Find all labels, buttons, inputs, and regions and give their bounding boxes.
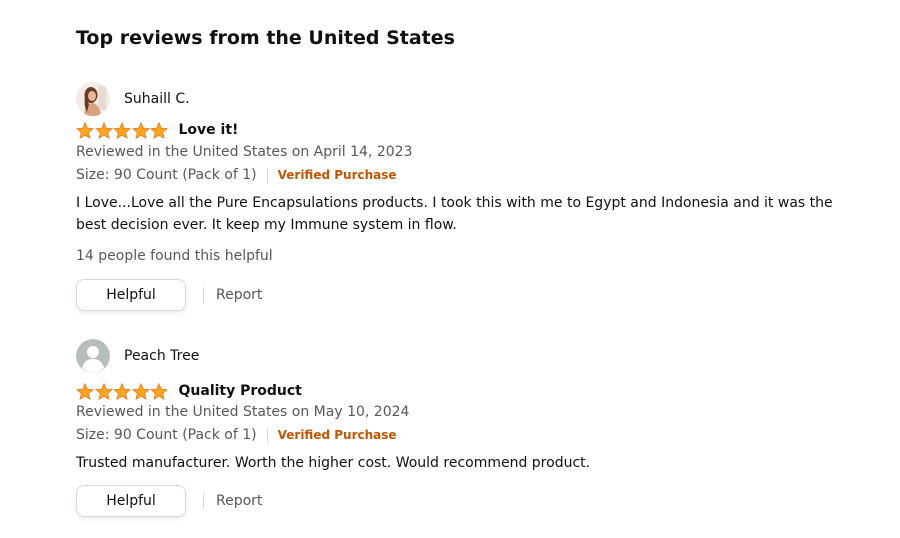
- review-date: Reviewed in the United States on May 10,…: [76, 404, 410, 420]
- review-actions: Helpful Report: [76, 278, 262, 312]
- star-icon: [113, 121, 131, 139]
- default-avatar-icon: [76, 339, 110, 373]
- rating-row: Love it!: [76, 120, 238, 140]
- helpful-button[interactable]: Helpful: [76, 279, 186, 311]
- review-actions: Helpful Report: [76, 484, 262, 518]
- review-body: I Love...Love all the Pure Encapsulation…: [76, 195, 833, 233]
- review-format-row: Size: 90 Count (Pack of 1) Verified Purc…: [76, 167, 397, 183]
- review-format-row: Size: 90 Count (Pack of 1) Verified Purc…: [76, 427, 397, 443]
- star-rating[interactable]: [76, 382, 169, 400]
- section-title: Top reviews from the United States: [76, 27, 455, 49]
- helpful-button[interactable]: Helpful: [76, 485, 186, 517]
- avatar: [76, 82, 110, 116]
- review-body: Trusted manufacturer. Worth the higher c…: [76, 455, 591, 471]
- reviewer-profile[interactable]: Suhaill C.: [76, 82, 190, 116]
- star-rating[interactable]: [76, 121, 169, 139]
- divider: [203, 493, 204, 509]
- star-icon: [76, 382, 94, 400]
- reviewer-name: Peach Tree: [124, 348, 200, 364]
- star-icon: [131, 121, 150, 139]
- review-title[interactable]: Love it!: [179, 122, 239, 138]
- divider: [266, 427, 268, 443]
- product-format[interactable]: Size: 90 Count (Pack of 1): [76, 167, 257, 183]
- divider: [203, 287, 204, 303]
- star-icon: [113, 382, 131, 400]
- rating-row: Quality Product: [76, 381, 302, 401]
- reviewer-profile[interactable]: Peach Tree: [76, 339, 199, 373]
- verified-purchase-badge: Verified Purchase: [277, 428, 397, 442]
- star-icon: [76, 121, 94, 139]
- star-icon: [131, 382, 150, 400]
- divider: [266, 167, 268, 183]
- star-icon: [150, 382, 168, 400]
- reviewer-name: Suhaill C.: [124, 91, 190, 107]
- helpful-count: 14 people found this helpful: [76, 248, 273, 264]
- product-format[interactable]: Size: 90 Count (Pack of 1): [76, 427, 257, 443]
- star-icon: [150, 121, 168, 139]
- report-link[interactable]: Report: [216, 493, 262, 509]
- review-title[interactable]: Quality Product: [179, 383, 302, 399]
- star-icon: [94, 382, 113, 400]
- verified-purchase-badge: Verified Purchase: [277, 168, 397, 182]
- star-icon: [94, 121, 113, 139]
- report-link[interactable]: Report: [216, 287, 262, 303]
- review-date: Reviewed in the United States on April 1…: [76, 144, 413, 160]
